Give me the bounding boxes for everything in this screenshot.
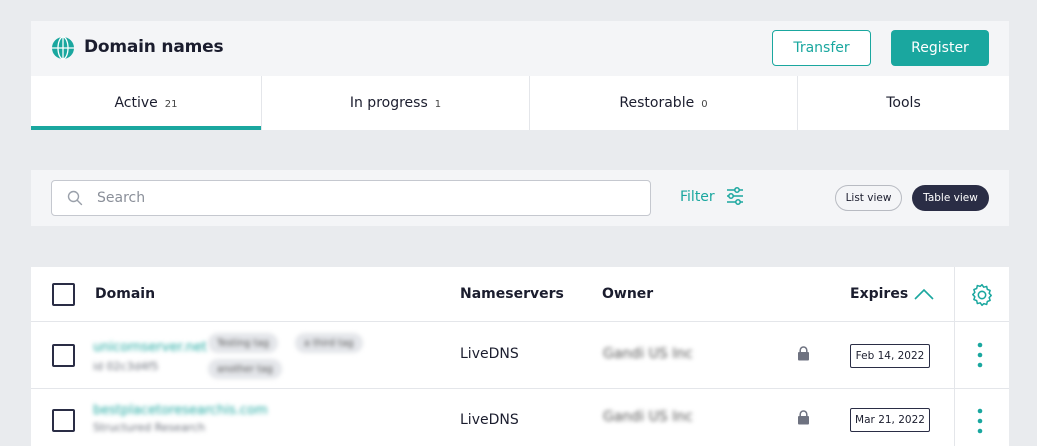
row-checkbox[interactable] — [52, 344, 75, 367]
domain-tag[interactable]: Testing tag — [208, 333, 278, 353]
status-tabs: Active 21 In progress 1 Restorable 0 Too… — [31, 76, 1009, 130]
filter-button[interactable]: Filter — [680, 187, 745, 206]
tab-label: Restorable — [619, 95, 695, 111]
nameservers-value: LiveDNS — [460, 346, 519, 362]
globe-icon — [52, 36, 74, 60]
kebab-menu-icon[interactable] — [977, 408, 983, 434]
tab-tools[interactable]: Tools — [798, 76, 1009, 130]
gear-icon[interactable] — [969, 282, 995, 308]
tab-label: Active — [114, 95, 158, 111]
search-toolbar: Filter List view Table view — [31, 170, 1009, 226]
expiry-date: Feb 14, 2022 — [850, 344, 930, 368]
owner-value: Gandi US Inc — [603, 409, 693, 425]
search-box — [51, 180, 651, 216]
chevron-up-icon[interactable] — [913, 287, 935, 301]
search-icon — [67, 190, 83, 206]
tab-count: 1 — [434, 98, 442, 110]
filter-label: Filter — [680, 189, 715, 205]
domains-table: Domain Nameservers Owner Expires unicorn… — [31, 267, 1009, 446]
transfer-button[interactable]: Transfer — [772, 30, 871, 66]
tab-restorable[interactable]: Restorable 0 — [530, 76, 798, 130]
column-header-expires[interactable]: Expires — [850, 286, 908, 302]
tab-label: In progress — [349, 95, 428, 111]
owner-value: Gandi US Inc — [603, 346, 693, 362]
page-title: Domain names — [84, 37, 224, 57]
list-view-toggle[interactable]: List view — [835, 185, 902, 211]
select-all-checkbox[interactable] — [52, 283, 75, 306]
domain-tag[interactable]: another tag — [208, 359, 282, 379]
table-row[interactable]: bestplacetoresearchis.com Structured Res… — [31, 389, 1009, 446]
expiry-date: Mar 21, 2022 — [850, 408, 930, 432]
column-header-nameservers[interactable]: Nameservers — [460, 286, 564, 302]
table-header: Domain Nameservers Owner Expires — [31, 267, 1009, 322]
domain-link[interactable]: unicornserver.net — [93, 340, 207, 355]
search-input[interactable] — [97, 181, 637, 215]
tab-in-progress[interactable]: In progress 1 — [262, 76, 530, 130]
column-header-owner[interactable]: Owner — [602, 286, 653, 302]
domain-link[interactable]: bestplacetoresearchis.com — [93, 403, 268, 418]
tab-count: 0 — [701, 98, 708, 110]
page-header: Domain names Transfer Register — [31, 21, 1009, 76]
tab-count: 21 — [164, 98, 178, 110]
column-header-domain[interactable]: Domain — [95, 286, 155, 302]
sliders-icon — [726, 187, 743, 205]
register-button[interactable]: Register — [891, 30, 989, 66]
tab-active[interactable]: Active 21 — [31, 76, 262, 130]
tab-label: Tools — [886, 95, 921, 111]
nameservers-value: LiveDNS — [460, 412, 519, 428]
row-checkbox[interactable] — [52, 409, 75, 432]
kebab-menu-icon[interactable] — [977, 342, 983, 368]
domain-subtext: Structured Research — [93, 421, 206, 434]
table-view-toggle[interactable]: Table view — [912, 185, 989, 211]
domain-tag[interactable]: a third tag — [295, 333, 363, 353]
domain-subtext: id 02c3d4f5 — [93, 360, 159, 373]
lock-icon — [798, 410, 809, 425]
lock-icon — [798, 346, 809, 361]
table-row[interactable]: unicornserver.net id 02c3d4f5 Testing ta… — [31, 322, 1009, 389]
